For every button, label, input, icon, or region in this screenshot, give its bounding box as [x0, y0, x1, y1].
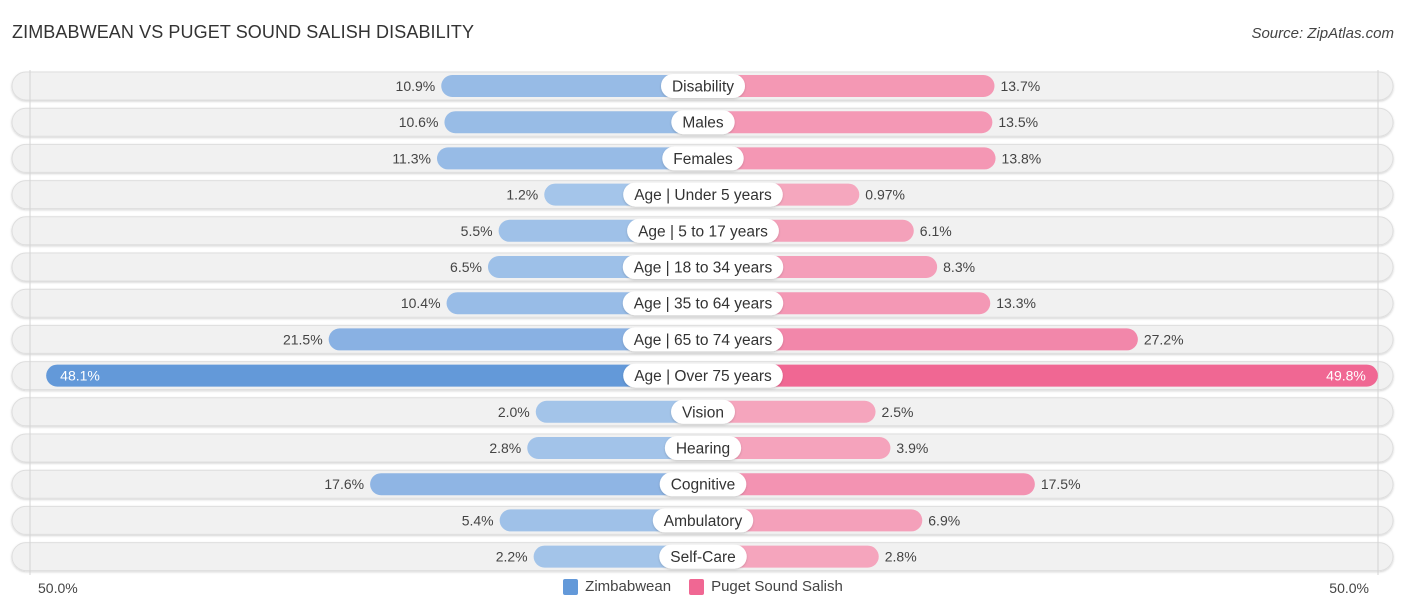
row-males: Males 10.6% 13.5%	[399, 110, 1038, 135]
value-label-puget-sound-salish: 2.8%	[885, 549, 917, 565]
bar-zimbabwean[interactable]	[46, 364, 704, 387]
value-label-puget-sound-salish: 17.5%	[1041, 476, 1081, 492]
category-label: Age | Over 75 years	[634, 368, 772, 385]
legend-label-puget-sound-salish: Puget Sound Salish	[711, 578, 843, 595]
row-vision: Vision 2.0% 2.5%	[498, 399, 914, 424]
value-label-zimbabwean: 2.0%	[498, 404, 530, 420]
value-label-puget-sound-salish: 27.2%	[1144, 331, 1184, 347]
value-label-zimbabwean: 10.6%	[399, 114, 439, 130]
legend-label-zimbabwean: Zimbabwean	[585, 578, 672, 595]
row-age-65-to-74-years: Age | 65 to 74 years 21.5% 27.2%	[283, 327, 1184, 352]
value-label-puget-sound-salish: 6.1%	[920, 223, 952, 239]
value-label-puget-sound-salish: 8.3%	[943, 259, 975, 275]
row-disability: Disability 10.9% 13.7%	[396, 74, 1040, 98]
legend: Zimbabwean Puget Sound Salish	[0, 578, 1406, 595]
bar-zimbabwean[interactable]	[444, 111, 703, 134]
value-label-zimbabwean: 21.5%	[283, 331, 323, 347]
value-label-zimbabwean: 48.1%	[60, 368, 100, 384]
value-label-puget-sound-salish: 13.5%	[998, 114, 1038, 130]
category-label: Females	[673, 151, 733, 168]
value-label-puget-sound-salish: 49.8%	[1326, 368, 1366, 384]
bar-puget-sound-salish[interactable]	[703, 75, 995, 97]
legend-item-puget-sound-salish[interactable]: Puget Sound Salish	[689, 578, 843, 595]
row-females: Females 11.3% 13.8%	[392, 146, 1042, 171]
chart-canvas: Disability 10.9% 13.7% Males 10.6% 13.5% Femal…	[11, 70, 1394, 575]
category-label: Vision	[682, 404, 724, 421]
value-label-puget-sound-salish: 13.3%	[996, 295, 1036, 311]
value-label-zimbabwean: 6.5%	[450, 259, 482, 275]
value-label-zimbabwean: 17.6%	[324, 476, 364, 492]
row-age-18-to-34-years: Age | 18 to 34 years 6.5% 8.3%	[450, 255, 975, 279]
value-label-puget-sound-salish: 13.8%	[1002, 150, 1042, 166]
bar-puget-sound-salish[interactable]	[703, 111, 993, 134]
legend-item-zimbabwean[interactable]: Zimbabwean	[563, 578, 671, 595]
row-hearing: Hearing 2.8% 3.9%	[489, 436, 928, 460]
value-label-zimbabwean: 2.8%	[489, 440, 521, 456]
row-age-35-to-64-years: Age | 35 to 64 years 10.4% 13.3%	[401, 291, 1036, 316]
row-age-over-75-years: Age | Over 75 years 48.1% 49.8%	[46, 363, 1378, 388]
category-label: Ambulatory	[664, 513, 743, 530]
value-label-puget-sound-salish: 3.9%	[896, 440, 928, 456]
category-label: Age | 35 to 64 years	[634, 296, 773, 313]
category-label: Age | 18 to 34 years	[634, 260, 773, 277]
category-label: Age | 65 to 74 years	[634, 332, 773, 349]
row-self-care: Self-Care 2.2% 2.8%	[496, 544, 917, 569]
value-label-zimbabwean: 11.3%	[392, 150, 431, 166]
value-label-zimbabwean: 5.5%	[461, 223, 493, 239]
bar-puget-sound-salish[interactable]	[703, 147, 996, 170]
legend-swatch-puget-sound-salish	[689, 578, 705, 595]
value-label-zimbabwean: 2.2%	[496, 549, 528, 565]
value-label-puget-sound-salish: 6.9%	[928, 512, 960, 528]
value-label-zimbabwean: 1.2%	[506, 187, 538, 203]
value-label-zimbabwean: 10.4%	[401, 295, 441, 311]
value-label-puget-sound-salish: 0.97%	[865, 187, 905, 203]
row-ambulatory: Ambulatory 5.4% 6.9%	[462, 508, 960, 533]
category-label: Cognitive	[671, 477, 736, 494]
value-label-puget-sound-salish: 2.5%	[882, 404, 914, 420]
category-label: Disability	[672, 79, 734, 96]
category-label: Age | 5 to 17 years	[638, 223, 768, 240]
category-label: Age | Under 5 years	[634, 187, 772, 204]
value-label-zimbabwean: 10.9%	[396, 78, 436, 94]
row-age-under-5-years: Age | Under 5 years 1.2% 0.97%	[506, 182, 905, 207]
row-age-5-to-17-years: Age | 5 to 17 years 5.5% 6.1%	[461, 218, 952, 243]
value-label-zimbabwean: 5.4%	[462, 512, 494, 528]
category-label: Self-Care	[670, 549, 735, 566]
value-label-puget-sound-salish: 13.7%	[1000, 78, 1040, 94]
bar-zimbabwean[interactable]	[370, 473, 703, 496]
bar-puget-sound-salish[interactable]	[703, 364, 1378, 387]
legend-swatch-zimbabwean	[563, 578, 579, 595]
bar-puget-sound-salish[interactable]	[703, 473, 1035, 496]
category-label: Males	[682, 115, 724, 132]
row-cognitive: Cognitive 17.6% 17.5%	[324, 472, 1081, 497]
category-label: Hearing	[676, 441, 730, 458]
